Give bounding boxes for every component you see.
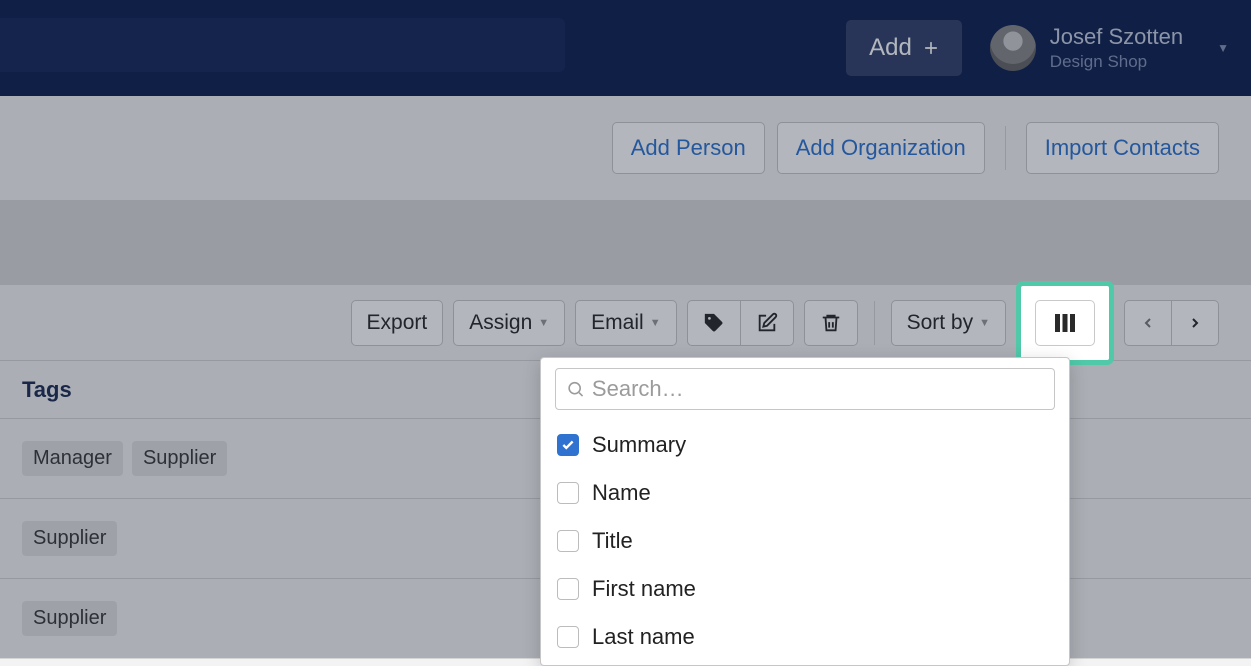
tag-chip[interactable]: Supplier [132,441,227,476]
user-org: Design Shop [1050,52,1183,72]
dropdown-item[interactable]: First name [541,565,1069,613]
email-button[interactable]: Email ▼ [575,300,676,346]
delete-button[interactable] [804,300,858,346]
checkbox[interactable] [557,530,579,552]
dropdown-item-label: First name [592,576,696,602]
avatar [990,25,1036,71]
tag-chip[interactable]: Supplier [22,521,117,556]
spacer-band [0,200,1251,285]
email-label: Email [591,311,644,335]
trash-icon [820,312,842,334]
divider [874,301,875,345]
add-person-button[interactable]: Add Person [612,122,765,174]
dropdown-item-label: Summary [592,432,686,458]
add-organization-button[interactable]: Add Organization [777,122,985,174]
chevron-down-icon: ▼ [538,317,549,329]
chevron-right-icon [1187,313,1203,333]
columns-icon [1053,312,1077,334]
toolbar-row: Export Assign ▼ Email ▼ Sort by ▼ [0,285,1251,361]
global-search-input[interactable] [0,18,565,72]
checkbox[interactable] [557,578,579,600]
pagination-group [1124,300,1219,346]
user-name: Josef Szotten [1050,24,1183,50]
chevron-down-icon: ▼ [650,317,661,329]
checkbox[interactable] [557,626,579,648]
columns-button-highlight [1016,281,1114,365]
dropdown-item[interactable]: Summary [541,421,1069,469]
assign-button[interactable]: Assign ▼ [453,300,565,346]
checkbox[interactable] [557,482,579,504]
dropdown-item-label: Last name [592,624,695,650]
assign-label: Assign [469,311,532,335]
dropdown-item[interactable]: Title [541,517,1069,565]
export-button[interactable]: Export [351,300,444,346]
column-header-label: Tags [22,377,72,403]
tag-chip[interactable]: Supplier [22,601,117,636]
add-button-label: Add [869,34,912,62]
columns-dropdown: Summary Name Title First name Last name [540,357,1070,666]
tag-icon [703,312,725,334]
divider [1005,126,1006,170]
sort-by-button[interactable]: Sort by ▼ [891,300,1006,346]
dropdown-item-label: Title [592,528,633,554]
export-label: Export [367,311,428,335]
chevron-down-icon: ▼ [1217,41,1229,55]
dropdown-item-label: Name [592,480,651,506]
chevron-left-icon [1140,313,1156,333]
user-menu[interactable]: Josef Szotten Design Shop ▼ [990,24,1229,72]
import-contacts-button[interactable]: Import Contacts [1026,122,1219,174]
dropdown-item[interactable]: Last name [541,613,1069,661]
columns-button[interactable] [1035,300,1095,346]
add-button[interactable]: Add [846,20,962,76]
dropdown-search-wrap [541,358,1069,421]
action-bar: Add Person Add Organization Import Conta… [0,96,1251,200]
checkbox[interactable] [557,434,579,456]
dropdown-item[interactable]: Name [541,469,1069,517]
sort-by-label: Sort by [907,311,974,335]
tag-button[interactable] [687,300,740,346]
edit-button[interactable] [740,300,794,346]
chevron-down-icon: ▼ [979,317,990,329]
prev-page-button[interactable] [1124,300,1171,346]
top-header: Add Josef Szotten Design Shop ▼ [0,0,1251,96]
user-text: Josef Szotten Design Shop [1050,24,1183,72]
next-page-button[interactable] [1171,300,1219,346]
columns-search-input[interactable] [592,376,1044,402]
edit-icon [756,312,778,334]
tag-chip[interactable]: Manager [22,441,123,476]
tag-edit-group [687,300,794,346]
search-icon [566,379,585,399]
plus-icon [921,38,941,58]
